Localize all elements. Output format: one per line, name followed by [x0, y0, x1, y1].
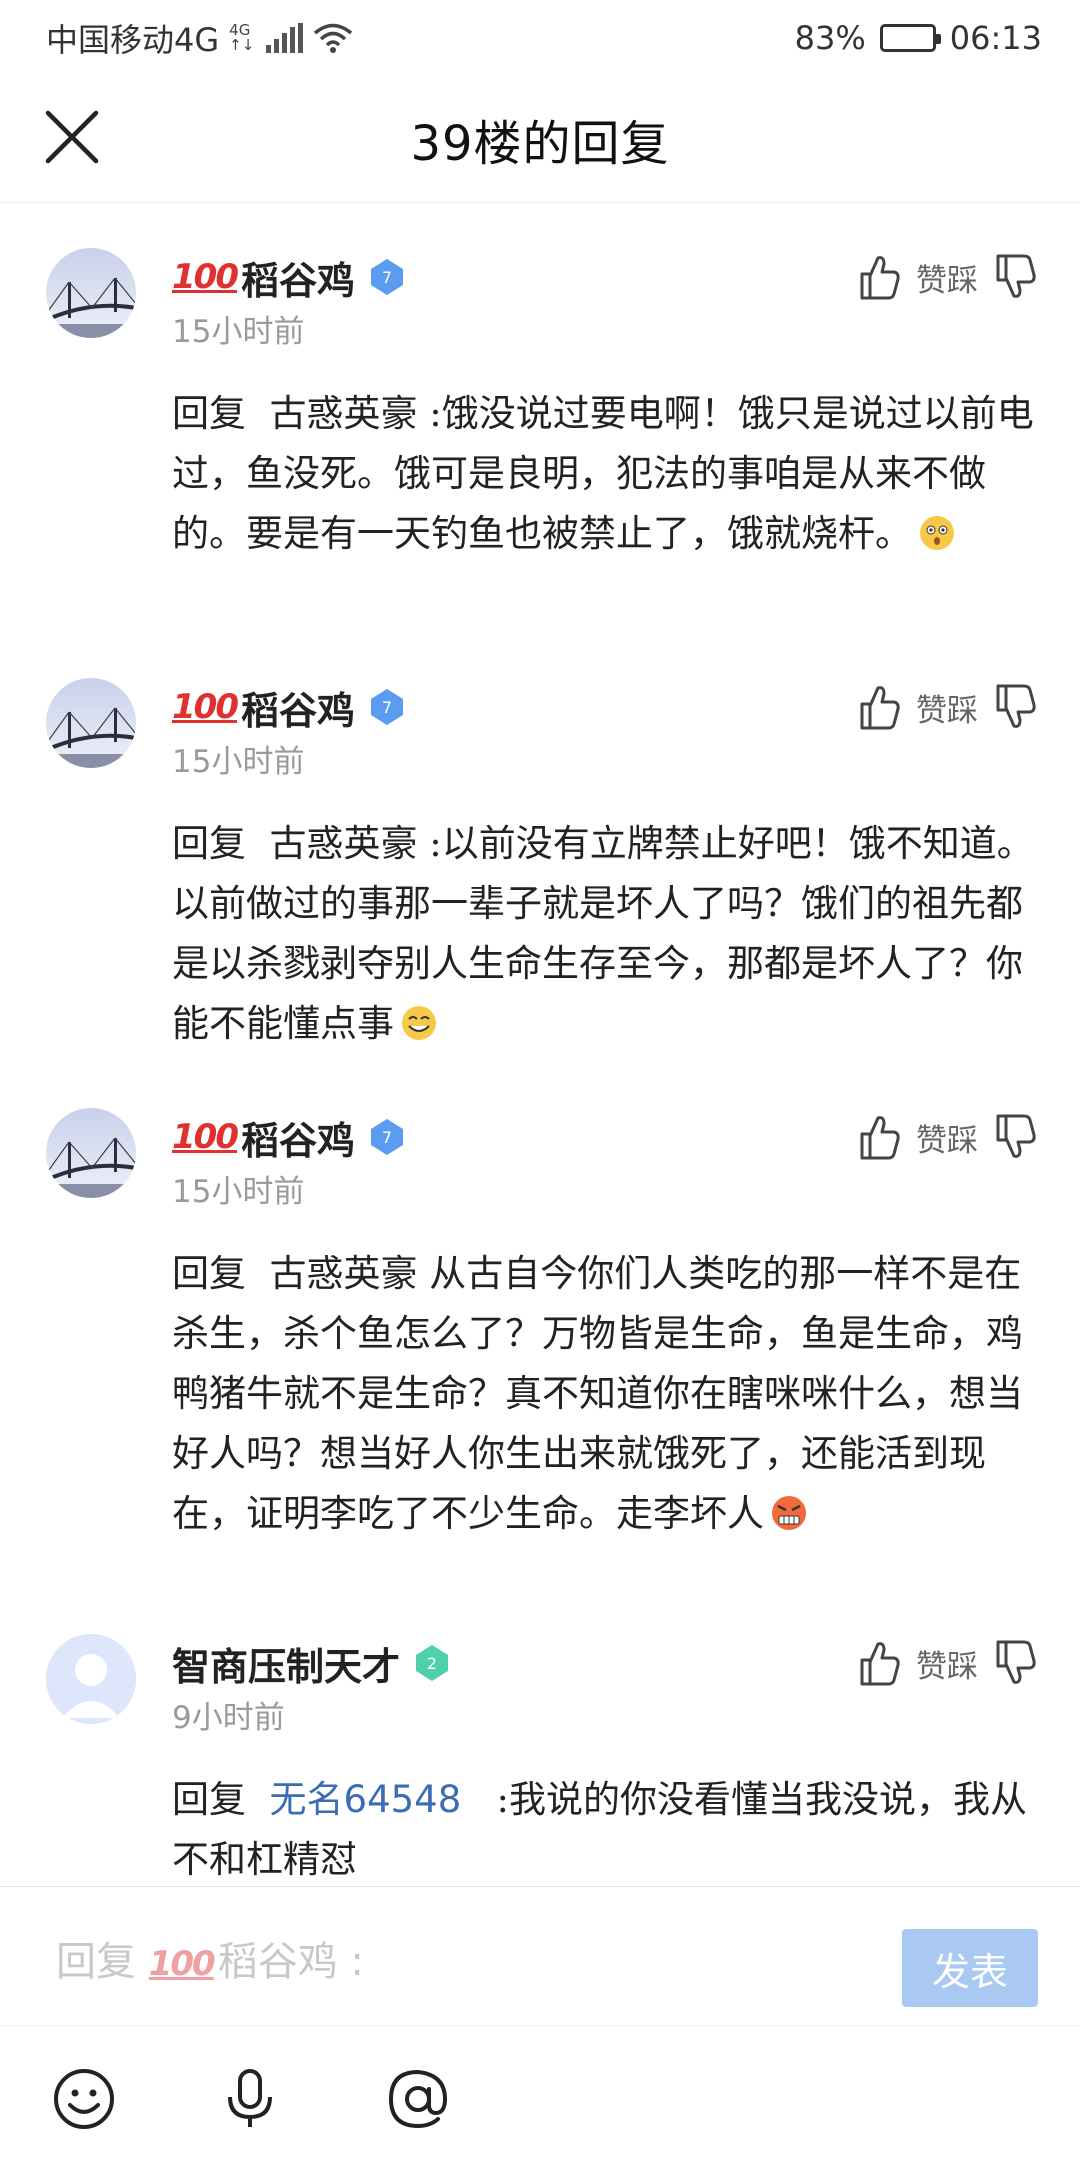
level-badge-icon: 7 — [371, 689, 403, 725]
svg-text:7: 7 — [382, 698, 392, 717]
reply-content: 回复 古惑英豪 从古自今你们人类吃的那一样不是在杀生，杀个鱼怎么了？万物皆是生命… — [172, 1252, 1023, 1535]
reply-target-link[interactable]: 无名64548 — [270, 1778, 462, 1821]
reply-content: 回复 无名64548 :我说的你没看懂当我没说，我从不和杠精怼 — [172, 1778, 1027, 1881]
avatar[interactable] — [46, 1108, 136, 1198]
reply-target: 古惑英豪 — [269, 1252, 418, 1295]
level-badge-icon: 2 — [416, 1645, 449, 1681]
reply-list: 100 稻谷鸡 7 15小时前 赞踩 回复 古惑英豪 :饿没说过要电啊！饿只是说… — [0, 204, 1080, 1884]
svg-text:2: 2 — [427, 1654, 437, 1673]
reply-content: 回复 古惑英豪 :以前没有立牌禁止好吧！饿不知道。以前做过的事那一辈子就是坏人了… — [172, 822, 1034, 1045]
avatar[interactable] — [46, 678, 136, 768]
thumbs-down-icon[interactable] — [992, 1638, 1038, 1688]
thumbs-down-icon[interactable] — [992, 252, 1038, 302]
svg-text:7: 7 — [382, 1128, 392, 1147]
vote-actions: 赞踩 — [856, 1634, 1038, 1692]
hundred-emoji-icon: 100 — [148, 1944, 216, 1984]
timestamp: 15小时前 — [172, 744, 305, 780]
reply-content: 回复 古惑英豪 :饿没说过要电啊！饿只是说过以前电过，鱼没死。饿可是良明，犯法的… — [172, 392, 1034, 555]
reply-input[interactable]: 回复 100 稻谷鸡 : — [56, 1929, 364, 1987]
thumbs-up-icon[interactable] — [856, 252, 902, 302]
vote-label: 赞踩 — [916, 1648, 978, 1685]
avatar[interactable] — [46, 1634, 136, 1724]
thumbs-down-icon[interactable] — [992, 1112, 1038, 1162]
wifi-icon — [314, 23, 353, 53]
user-name[interactable]: 稻谷鸡 — [241, 680, 355, 735]
reply-input-bar: 回复 100 稻谷鸡 : 发表 — [0, 1886, 1080, 2026]
battery-percent: 83% — [794, 18, 866, 57]
reply-target: 古惑英豪 — [269, 822, 418, 865]
microphone-icon[interactable] — [218, 2067, 282, 2131]
vote-actions: 赞踩 — [856, 248, 1038, 306]
svg-text:7: 7 — [382, 268, 392, 287]
close-icon[interactable] — [42, 107, 102, 167]
user-name[interactable]: 稻谷鸡 — [241, 1110, 355, 1165]
reply-item: 100 稻谷鸡 7 15小时前 赞踩 回复 古惑英豪 从古自今你们人类吃的那一样… — [0, 1108, 1080, 1588]
surprised-face-icon — [920, 516, 954, 550]
mention-icon[interactable] — [386, 2067, 450, 2131]
reply-item: 100 稻谷鸡 7 15小时前 赞踩 回复 古惑英豪 :以前没有立牌禁止好吧！饿… — [0, 678, 1080, 1045]
vote-label: 赞踩 — [916, 692, 978, 729]
level-badge-icon: 7 — [371, 259, 403, 295]
battery-icon — [879, 23, 941, 52]
timestamp: 15小时前 — [172, 1174, 305, 1210]
thumbs-up-icon[interactable] — [856, 682, 902, 732]
vote-label: 赞踩 — [916, 1122, 978, 1159]
vote-actions: 赞踩 — [856, 1108, 1038, 1166]
thumbs-up-icon[interactable] — [856, 1638, 902, 1688]
status-bar: 中国移动4G 4G ↑↓ 83% 06:13 — [0, 0, 1080, 75]
avatar[interactable] — [46, 248, 136, 338]
timestamp: 15小时前 — [172, 314, 305, 350]
hundred-emoji-icon: 100 — [172, 1117, 239, 1157]
reply-item: 智商压制天才 2 9小时前 赞踩 回复 无名64548 :我说的你没看懂当我没说… — [0, 1634, 1080, 1884]
timestamp: 9小时前 — [172, 1700, 285, 1736]
emoji-icon[interactable] — [52, 2067, 116, 2131]
user-name[interactable]: 稻谷鸡 — [241, 250, 355, 305]
clock: 06:13 — [949, 18, 1042, 57]
input-toolbar — [0, 2027, 1080, 2160]
signal-icon — [266, 22, 304, 53]
reply-item: 100 稻谷鸡 7 15小时前 赞踩 回复 古惑英豪 :饿没说过要电啊！饿只是说… — [0, 248, 1080, 608]
page-header: 39楼的回复 — [0, 75, 1080, 203]
level-badge-icon: 7 — [371, 1119, 403, 1155]
thumbs-up-icon[interactable] — [856, 1112, 902, 1162]
hundred-emoji-icon: 100 — [172, 257, 239, 297]
grin-face-icon — [402, 1006, 436, 1040]
send-button[interactable]: 发表 — [902, 1929, 1038, 2007]
carrier-label: 中国移动4G — [46, 20, 220, 59]
network-indicator: 4G ↑↓ — [229, 20, 255, 54]
vote-label: 赞踩 — [916, 262, 978, 299]
user-name[interactable]: 智商压制天才 — [172, 1636, 400, 1691]
reply-target: 古惑英豪 — [269, 392, 418, 435]
angry-face-icon — [772, 1496, 806, 1530]
thumbs-down-icon[interactable] — [992, 682, 1038, 732]
page-title: 39楼的回复 — [410, 115, 670, 172]
vote-actions: 赞踩 — [856, 678, 1038, 736]
hundred-emoji-icon: 100 — [172, 687, 239, 727]
